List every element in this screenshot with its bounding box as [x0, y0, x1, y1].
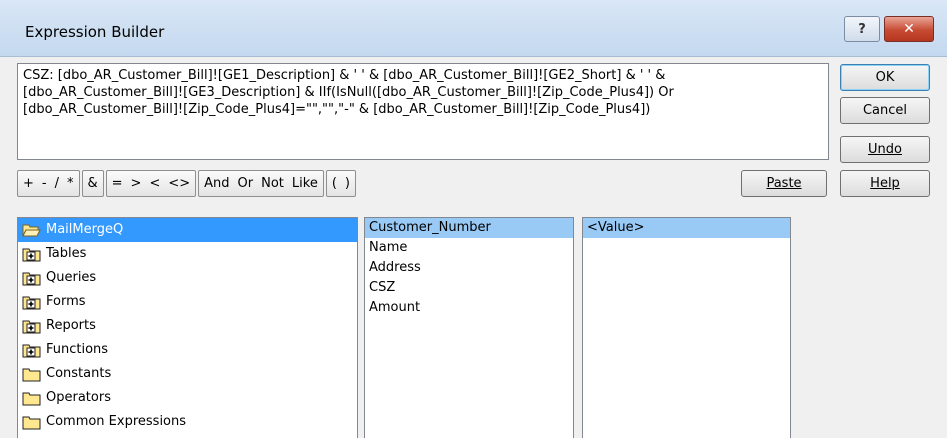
help-icon[interactable]: ? — [844, 16, 880, 42]
folder-item-reports[interactable]: Reports — [18, 314, 357, 338]
value-item[interactable]: <Value> — [583, 218, 790, 238]
and-operator-button[interactable]: And — [200, 171, 233, 196]
less-operator-button[interactable]: < — [145, 171, 164, 196]
operator-group-parens: ( ) — [325, 170, 356, 197]
folder-icon — [22, 391, 41, 406]
not-equal-operator-button[interactable]: <> — [164, 171, 194, 196]
ok-button[interactable]: OK — [840, 64, 930, 91]
field-item[interactable]: Amount — [365, 298, 573, 318]
folder-label: Functions — [46, 342, 109, 357]
folder-item-queries[interactable]: Queries — [18, 266, 357, 290]
folder-item-common-expressions[interactable]: Common Expressions — [18, 410, 357, 434]
help-label: Help — [870, 176, 900, 191]
folder-label: Reports — [46, 318, 96, 333]
title-bar: Expression Builder ? ✕ — [0, 0, 947, 57]
close-paren-button[interactable]: ) — [341, 171, 354, 196]
close-icon[interactable]: ✕ — [884, 16, 934, 42]
concat-operator-button[interactable]: & — [84, 171, 102, 196]
field-item[interactable]: CSZ — [365, 278, 573, 298]
folder-label: Forms — [46, 294, 86, 309]
paste-label: Paste — [766, 176, 802, 191]
field-list[interactable]: Customer_Number Name Address CSZ Amount — [364, 217, 574, 438]
greater-operator-button[interactable]: > — [127, 171, 146, 196]
operator-group-concat: & — [81, 170, 104, 197]
divide-operator-button[interactable]: / — [51, 171, 63, 196]
folder-plus-icon — [22, 247, 41, 262]
folder-item-mailmergeq[interactable]: MailMergeQ — [18, 218, 357, 242]
or-operator-button[interactable]: Or — [234, 171, 258, 196]
open-paren-button[interactable]: ( — [328, 171, 341, 196]
folder-label: MailMergeQ — [44, 218, 126, 242]
field-item[interactable]: Customer_Number — [365, 218, 573, 238]
equals-operator-button[interactable]: = — [108, 171, 127, 196]
paste-button[interactable]: Paste — [741, 170, 827, 197]
folder-item-forms[interactable]: Forms — [18, 290, 357, 314]
operator-group-logical: And Or Not Like — [198, 170, 324, 197]
operator-group-comparison: = > < <> — [105, 170, 197, 197]
open-folder-icon — [22, 223, 41, 238]
expression-textbox[interactable]: CSZ: [dbo_AR_Customer_Bill]![GE1_Descrip… — [17, 63, 829, 160]
object-folder-list[interactable]: MailMergeQ Tables Queries Forms Reports … — [17, 217, 358, 438]
folder-item-operators[interactable]: Operators — [18, 386, 357, 410]
not-operator-button[interactable]: Not — [257, 171, 288, 196]
multiply-operator-button[interactable]: * — [63, 171, 78, 196]
folder-icon — [22, 367, 41, 382]
folder-label: Common Expressions — [46, 414, 187, 429]
cancel-button[interactable]: Cancel — [840, 97, 930, 124]
minus-operator-button[interactable]: - — [38, 171, 51, 196]
folder-label: Constants — [46, 366, 112, 381]
field-item[interactable]: Address — [365, 258, 573, 278]
folder-icon — [22, 415, 41, 430]
undo-label: Undo — [868, 142, 902, 157]
folder-item-constants[interactable]: Constants — [18, 362, 357, 386]
folder-plus-icon — [22, 271, 41, 286]
like-operator-button[interactable]: Like — [288, 171, 322, 196]
help-button[interactable]: Help — [840, 170, 930, 197]
folder-plus-icon — [22, 319, 41, 334]
undo-button[interactable]: Undo — [840, 136, 930, 163]
operator-group-arithmetic: + - / * — [17, 170, 80, 197]
folder-item-functions[interactable]: Functions — [18, 338, 357, 362]
folder-label: Queries — [46, 270, 97, 285]
folder-label: Tables — [46, 246, 87, 261]
folder-label: Operators — [46, 390, 111, 405]
value-list[interactable]: <Value> — [582, 217, 791, 438]
folder-plus-icon — [22, 343, 41, 358]
folder-plus-icon — [22, 295, 41, 310]
field-item[interactable]: Name — [365, 238, 573, 258]
window-title: Expression Builder — [25, 23, 165, 41]
folder-item-tables[interactable]: Tables — [18, 242, 357, 266]
plus-operator-button[interactable]: + — [19, 171, 38, 196]
operator-toolbar: + - / * & = > < <> And Or Not Like ( ) — [17, 170, 356, 197]
